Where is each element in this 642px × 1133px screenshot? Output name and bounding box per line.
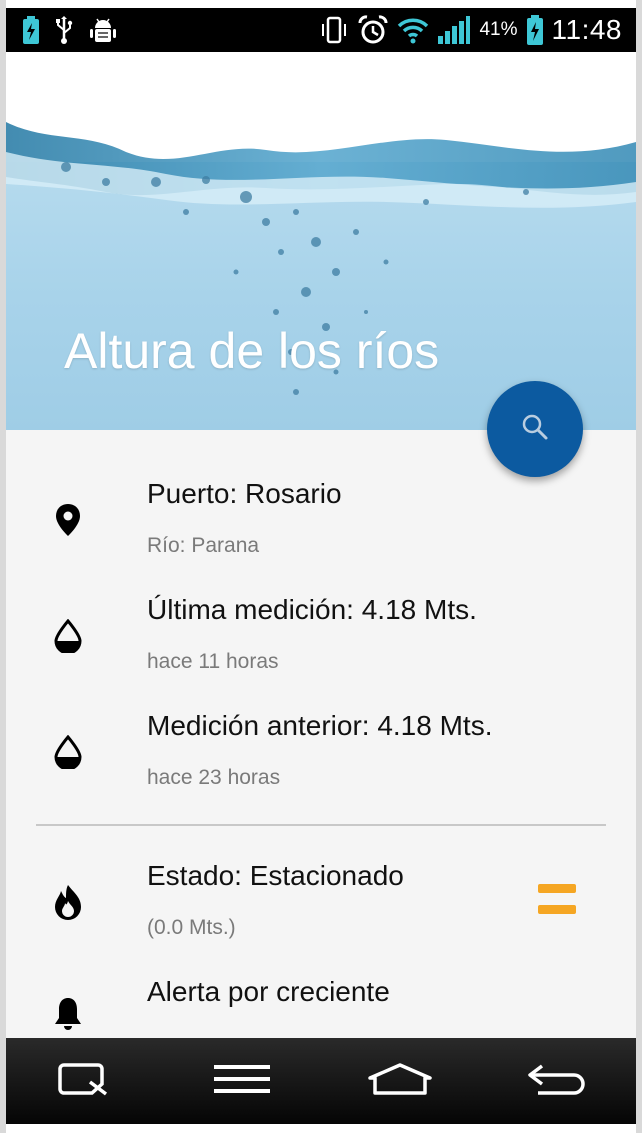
last-measurement-time: hace 11 horas: [147, 650, 279, 673]
list-item-previous-measurement: Medición anterior: 4.18 Mts. hace 23 hor…: [6, 706, 636, 806]
page-title: Altura de los ríos: [64, 323, 440, 379]
menu-button[interactable]: [202, 1051, 282, 1111]
qslide-icon: [58, 1062, 112, 1101]
back-icon: [526, 1062, 588, 1101]
bottom-bezel: [0, 1124, 642, 1133]
back-button[interactable]: [517, 1051, 597, 1111]
equals-icon: [538, 884, 576, 926]
home-button[interactable]: [360, 1051, 440, 1111]
list-item-port: Puerto: Rosario Río: Parana: [6, 474, 636, 574]
list-item-alert[interactable]: Alerta por creciente: [6, 976, 636, 1038]
status-label: Estado: Estacionado: [147, 860, 404, 891]
flame-icon: [50, 884, 86, 920]
status-change: (0.0 Mts.): [147, 916, 236, 939]
status-bar: 41% 11:48: [6, 8, 636, 52]
search-icon: [518, 410, 552, 449]
clock: 11:48: [551, 14, 622, 45]
wifi-icon: [397, 16, 429, 44]
list-item-status: Estado: Estacionado (0.0 Mts.): [6, 860, 636, 960]
water-drop-icon: [50, 734, 86, 770]
river-label: Río: Parana: [147, 534, 260, 557]
signal-icon: [437, 15, 471, 45]
previous-measurement-label: Medición anterior: 4.18 Mts.: [147, 710, 493, 741]
bell-icon: [50, 996, 86, 1032]
water-drop-icon: [50, 618, 86, 654]
search-button[interactable]: [487, 381, 583, 477]
home-icon: [367, 1062, 433, 1101]
qslide-button[interactable]: [45, 1051, 125, 1111]
list-item-last-measurement: Última medición: 4.18 Mts. hace 11 horas: [6, 590, 636, 690]
header-image: Altura de los ríos: [6, 52, 636, 430]
battery-charging-icon: [22, 16, 40, 44]
vibrate-icon: [319, 15, 349, 45]
equals-bar-top: [538, 884, 576, 893]
divider: [36, 824, 606, 826]
alarm-icon: [357, 15, 389, 45]
menu-icon: [214, 1063, 271, 1100]
details-panel: Puerto: Rosario Río: Parana Última medic…: [6, 430, 636, 1038]
usb-icon: [54, 16, 74, 44]
location-pin-icon: [50, 502, 86, 538]
battery-percent: 41%: [479, 19, 518, 40]
port-label: Puerto: Rosario: [147, 478, 342, 509]
android-debug-icon: [88, 16, 118, 44]
battery-icon: [526, 15, 544, 45]
equals-bar-bottom: [538, 905, 576, 914]
alert-label: Alerta por creciente: [147, 976, 390, 1007]
navigation-bar: [6, 1038, 636, 1124]
previous-measurement-time: hace 23 horas: [147, 766, 281, 789]
last-measurement-label: Última medición: 4.18 Mts.: [147, 594, 477, 625]
